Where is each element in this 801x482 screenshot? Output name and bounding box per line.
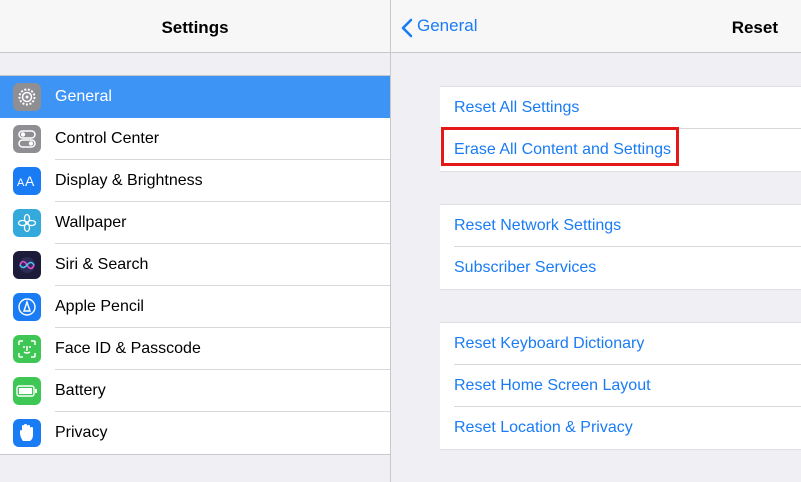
face-id-icon bbox=[13, 335, 41, 363]
sidebar-item-wallpaper[interactable]: Wallpaper bbox=[0, 202, 390, 244]
sidebar-item-label: Siri & Search bbox=[55, 256, 149, 273]
sidebar-item-privacy[interactable]: Privacy bbox=[0, 412, 390, 454]
hand-icon bbox=[13, 419, 41, 447]
sidebar-item-control-center[interactable]: Control Center bbox=[0, 118, 390, 160]
reset-group-3: Reset Keyboard Dictionary Reset Home Scr… bbox=[440, 322, 801, 450]
sidebar-item-label: Display & Brightness bbox=[55, 172, 203, 189]
reset-group-2: Reset Network Settings Subscriber Servic… bbox=[440, 204, 801, 290]
settings-list: General Control Center A A Display & Bri… bbox=[0, 75, 390, 455]
sidebar-item-siri-search[interactable]: Siri & Search bbox=[0, 244, 390, 286]
sidebar-item-display-brightness[interactable]: A A Display & Brightness bbox=[0, 160, 390, 202]
reset-all-settings-button[interactable]: Reset All Settings bbox=[440, 87, 801, 129]
gear-icon bbox=[13, 83, 41, 111]
sidebar-item-battery[interactable]: Battery bbox=[0, 370, 390, 412]
siri-icon bbox=[13, 251, 41, 279]
page-title: Reset bbox=[731, 18, 778, 37]
flower-icon bbox=[13, 209, 41, 237]
text-size-icon: A A bbox=[13, 167, 41, 195]
reset-navbar: General Reset bbox=[391, 0, 801, 53]
settings-title: Settings bbox=[161, 18, 229, 37]
back-button-label: General bbox=[417, 16, 478, 35]
settings-navbar: Settings bbox=[0, 0, 390, 53]
sidebar-item-label: General bbox=[55, 88, 112, 105]
sidebar-item-label: Face ID & Passcode bbox=[55, 340, 201, 357]
sidebar-item-label: Apple Pencil bbox=[55, 298, 144, 315]
sidebar-item-label: Wallpaper bbox=[55, 214, 127, 231]
subscriber-services-button[interactable]: Subscriber Services bbox=[440, 247, 801, 289]
sidebar-item-label: Battery bbox=[55, 382, 106, 399]
chevron-left-icon bbox=[401, 18, 413, 38]
sidebar-item-label: Control Center bbox=[55, 130, 160, 147]
pencil-icon bbox=[13, 293, 41, 321]
svg-text:A: A bbox=[25, 173, 35, 189]
svg-text:A: A bbox=[17, 177, 25, 189]
reset-home-screen-layout-button[interactable]: Reset Home Screen Layout bbox=[440, 365, 801, 407]
battery-icon bbox=[13, 377, 41, 405]
settings-pane: Settings General Control Center A A Disp… bbox=[0, 0, 391, 482]
reset-network-settings-button[interactable]: Reset Network Settings bbox=[440, 205, 801, 247]
sidebar-item-apple-pencil[interactable]: Apple Pencil bbox=[0, 286, 390, 328]
highlight-box bbox=[441, 127, 679, 166]
toggles-icon bbox=[13, 125, 41, 153]
reset-location-privacy-button[interactable]: Reset Location & Privacy bbox=[440, 407, 801, 449]
sidebar-item-general[interactable]: General bbox=[0, 76, 390, 118]
sidebar-item-face-id[interactable]: Face ID & Passcode bbox=[0, 328, 390, 370]
back-button[interactable]: General bbox=[401, 0, 477, 52]
sidebar-item-label: Privacy bbox=[55, 424, 108, 441]
reset-keyboard-dictionary-button[interactable]: Reset Keyboard Dictionary bbox=[440, 323, 801, 365]
